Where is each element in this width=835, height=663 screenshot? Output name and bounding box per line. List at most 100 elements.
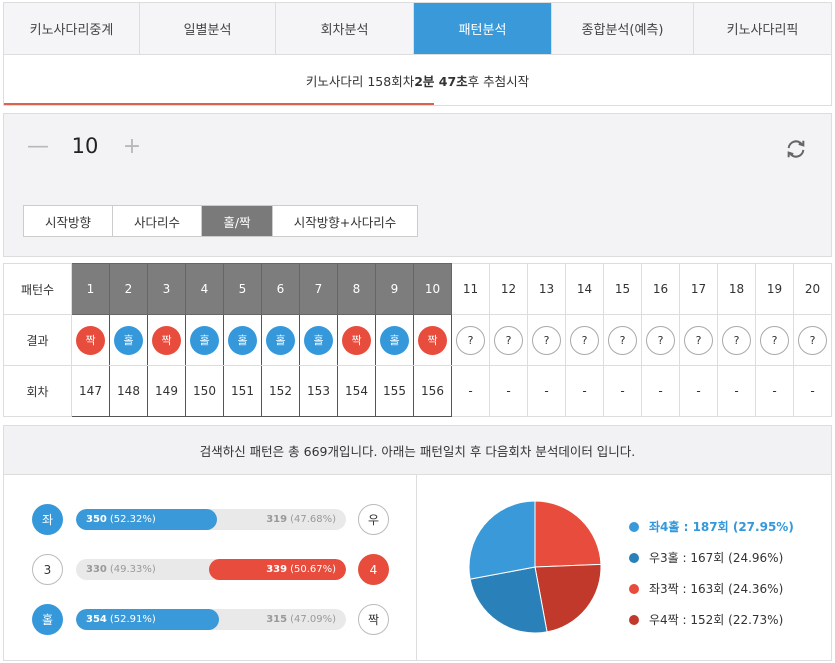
pattern-col-header: 14 [565,263,604,315]
legend-label: 우4짝 : 152회 (22.73%) [649,613,784,627]
stat-left-badge: 좌 [32,504,63,535]
pattern-col-header: 9 [375,263,414,315]
result-ball: ? [608,325,637,355]
tab-pattern[interactable]: 패턴분석 [414,3,552,54]
row-header-pattern: 패턴수 [3,263,72,315]
pie-slice [468,500,536,580]
result-cell: ? [641,314,680,366]
pie-legend: 좌4홀 : 187회 (27.95%) 우3홀 : 167회 (24.96%) 좌3… [629,511,794,635]
result-ball: ? [570,325,599,355]
stat-left-badge: 3 [32,554,63,585]
round-cell: 152 [261,365,300,417]
filter-ladder[interactable]: 사다리수 [113,206,202,236]
stat-right-badge: 4 [358,554,389,585]
round-cell: 150 [185,365,224,417]
result-cell: 홀 [109,314,148,366]
result-cell: 홀 [261,314,300,366]
legend-label: 좌4홀 : 187회 (27.95%) [649,520,794,534]
pattern-col-header: 19 [755,263,794,315]
pattern-col-header: 5 [223,263,262,315]
stat-right-text: 319 (47.68%) [266,514,336,525]
pattern-col-header: 12 [489,263,528,315]
result-cell: 홀 [223,314,262,366]
result-ball: ? [798,325,827,355]
result-cell: ? [755,314,794,366]
result-ball: ? [532,325,561,355]
filter-direction-ladder[interactable]: 시작방향+사다리수 [273,206,417,236]
round-cell: - [793,365,832,417]
round-cell: - [717,365,756,417]
result-ball: 홀 [266,325,295,355]
pattern-count-value: 10 [71,134,99,158]
result-cell: 홀 [185,314,224,366]
round-cell: 149 [147,365,186,417]
stat-row: 3 330 (49.33%) 339 (50.67%) 4 [32,554,392,586]
result-cell: ? [679,314,718,366]
tab-daily[interactable]: 일별분석 [140,3,276,54]
pattern-col-header: 18 [717,263,756,315]
legend-dot [629,521,639,532]
round-cell: - [489,365,528,417]
pie-panel: 좌4홀 : 187회 (27.95%) 우3홀 : 167회 (24.96%) 좌3… [417,475,832,661]
pattern-col-header: 6 [261,263,300,315]
legend-label: 좌3짝 : 163회 (24.36%) [649,582,784,596]
stat-bar: 330 (49.33%) 339 (50.67%) [76,559,346,580]
result-ball: 짝 [152,325,181,355]
result-ball: ? [494,325,523,355]
round-cell: - [603,365,642,417]
round-cell: 155 [375,365,414,417]
countdown-suffix: 후 추첨시작 [467,73,530,89]
result-cell: ? [527,314,566,366]
result-cell: ? [793,314,832,366]
stat-right-text: 315 (47.09%) [266,614,336,625]
pattern-table: 패턴수 1 2 3 4 5 6 7 8 9 10 11 12 13 14 15 16 17 18 19 20 결과 짝… [3,263,832,417]
round-cell: 151 [223,365,262,417]
round-cell: 148 [109,365,148,417]
pattern-col-header: 15 [603,263,642,315]
stat-right-badge: 우 [358,504,389,535]
tab-pick[interactable]: 키노사다리픽 [694,3,831,54]
pattern-col-header: 8 [337,263,376,315]
legend-item: 우4짝 : 152회 (22.73%) [629,604,794,635]
filter-odd-even[interactable]: 홀/짝 [202,206,273,236]
round-cell: 154 [337,365,376,417]
result-cell: ? [451,314,490,366]
increment-button[interactable]: + [120,134,144,159]
refresh-icon[interactable] [785,138,807,160]
stat-bar: 350 (52.32%) 319 (47.68%) [76,509,346,530]
countdown-bar: 키노사다리 158회차 2분 47초 후 추첨시작 [3,55,832,106]
result-ball: 짝 [342,325,371,355]
result-cell: 짝 [413,314,452,366]
result-ball: 홀 [304,325,333,355]
result-cell: 짝 [71,314,110,366]
stat-left-badge: 홀 [32,604,63,635]
legend-item: 좌3짝 : 163회 (24.36%) [629,573,794,604]
decrement-button[interactable]: — [26,134,50,159]
filter-group: 시작방향 사다리수 홀/짝 시작방향+사다리수 [23,205,418,237]
result-ball: ? [760,325,789,355]
stat-row: 홀 354 (52.91%) 315 (47.09%) 짝 [32,604,392,636]
pattern-col-header: 20 [793,263,832,315]
pattern-col-header: 7 [299,263,338,315]
result-ball: 홀 [228,325,257,355]
tab-summary[interactable]: 종합분석(예측) [552,3,694,54]
result-ball: 홀 [380,325,409,355]
tab-round[interactable]: 회차분석 [276,3,414,54]
stat-bar: 354 (52.91%) 315 (47.09%) [76,609,346,630]
stats-panel: 좌 350 (52.32%) 319 (47.68%) 우 3 330 (49.33%) 339(… [3,475,417,661]
round-cell: 153 [299,365,338,417]
result-cell: ? [717,314,756,366]
result-ball: 홀 [190,325,219,355]
filter-direction[interactable]: 시작방향 [24,206,113,236]
legend-label: 우3홀 : 167회 (24.96%) [649,551,784,565]
result-ball: ? [646,325,675,355]
result-ball: 짝 [76,325,105,355]
tab-live[interactable]: 키노사다리중계 [4,3,140,54]
stat-right-badge: 짝 [358,604,389,635]
legend-item: 우3홀 : 167회 (24.96%) [629,542,794,573]
stat-left-text: 354 (52.91%) [86,614,156,625]
result-cell: 짝 [337,314,376,366]
result-cell: ? [489,314,528,366]
countdown-prefix: 키노사다리 158회차 [305,73,415,89]
control-panel: — 10 + 시작방향 사다리수 홀/짝 시작방향+사다리수 [3,113,832,257]
